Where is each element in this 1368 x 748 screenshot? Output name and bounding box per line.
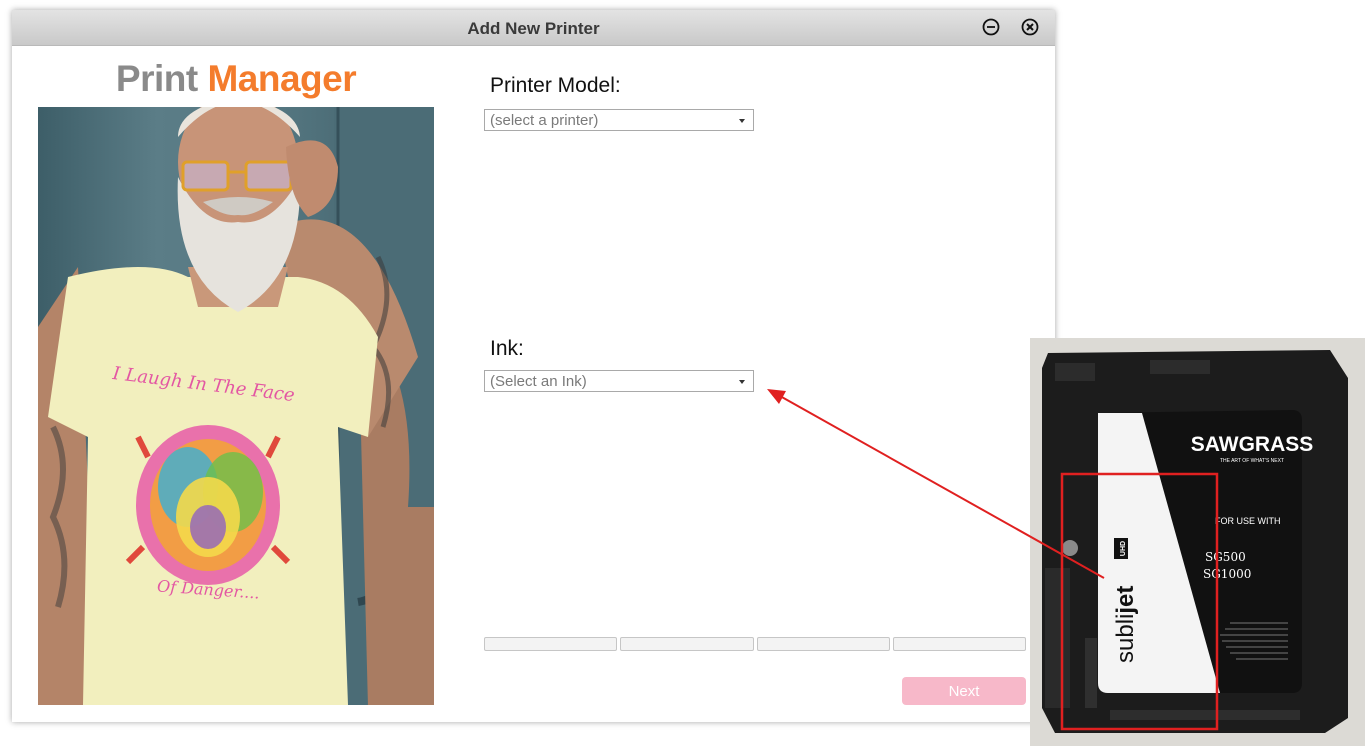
- annotation-arrow: [767, 389, 1105, 579]
